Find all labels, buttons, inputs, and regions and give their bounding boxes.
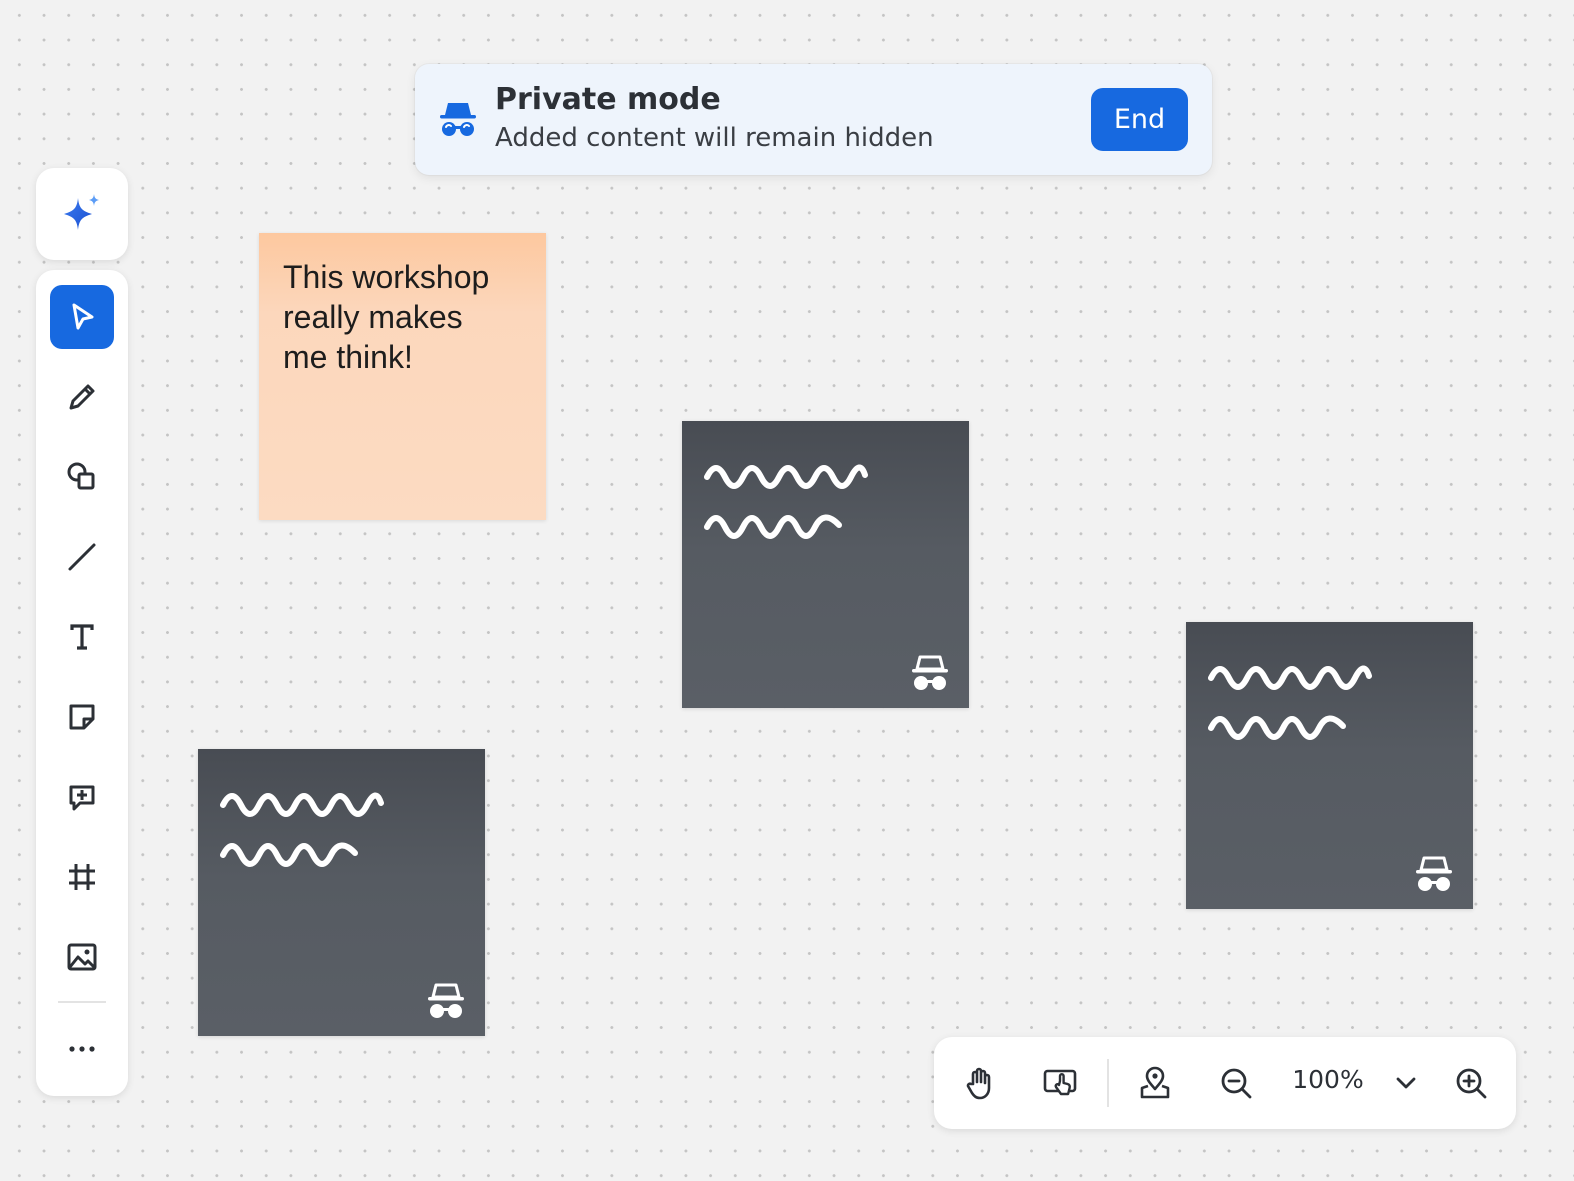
sticky-note-tool-button[interactable] — [50, 685, 114, 749]
frame-tool-button[interactable] — [50, 845, 114, 909]
sticky-note-hidden[interactable] — [1186, 622, 1473, 909]
hidden-content-squiggle — [704, 464, 868, 539]
zoom-in-button[interactable] — [1447, 1059, 1495, 1107]
more-tools-button[interactable] — [50, 1017, 114, 1081]
whiteboard-canvas[interactable]: Private mode Added content will remain h… — [0, 0, 1574, 1181]
text-icon — [70, 624, 94, 650]
sticky-note-text: This workshop really makes me think! — [283, 259, 490, 375]
text-tool-button[interactable] — [50, 605, 114, 669]
image-tool-button[interactable] — [50, 925, 114, 989]
hidden-content-squiggle — [220, 792, 384, 867]
present-cursor-button[interactable] — [1036, 1059, 1084, 1107]
more-icon — [69, 1046, 95, 1052]
zoom-out-button[interactable] — [1212, 1059, 1260, 1107]
frame-icon — [69, 864, 95, 890]
ai-assistant-button[interactable] — [36, 168, 128, 260]
map-pin-icon — [1140, 1066, 1170, 1099]
line-icon — [68, 543, 96, 571]
sparkle-ai-icon — [64, 194, 99, 230]
zoom-in-icon — [1456, 1068, 1487, 1099]
comment-tool-button[interactable] — [50, 765, 114, 829]
shapes-tool-button[interactable] — [50, 445, 114, 509]
chevron-down-icon — [1396, 1077, 1416, 1089]
sticky-note-visible[interactable]: This workshop really makes me think! — [259, 233, 546, 520]
private-mode-banner: Private mode Added content will remain h… — [415, 64, 1212, 175]
end-private-mode-button[interactable]: End — [1091, 88, 1188, 151]
tool-palette — [36, 270, 128, 1096]
navigation-bar: 100% — [934, 1037, 1516, 1129]
banner-title: Private mode — [495, 82, 721, 117]
incognito-icon — [440, 103, 476, 136]
add-comment-icon — [69, 785, 95, 811]
sticky-note-hidden[interactable] — [198, 749, 485, 1036]
shapes-icon — [67, 462, 95, 490]
cursor-pointer-icon — [72, 303, 94, 330]
zoom-menu-button[interactable] — [1382, 1059, 1430, 1107]
image-icon — [67, 943, 97, 971]
incognito-icon — [912, 655, 948, 690]
present-cursor-icon — [1043, 1069, 1077, 1096]
hand-icon — [966, 1067, 991, 1100]
sticky-note-icon — [69, 704, 95, 730]
line-tool-button[interactable] — [50, 525, 114, 589]
map-pin-button[interactable] — [1131, 1059, 1179, 1107]
pen-tool-button[interactable] — [50, 365, 114, 429]
select-tool-button[interactable] — [50, 285, 114, 349]
toolbar-divider — [58, 1001, 106, 1003]
incognito-icon — [428, 983, 464, 1018]
hidden-content-squiggle — [1208, 665, 1372, 740]
banner-subtitle: Added content will remain hidden — [495, 123, 934, 153]
incognito-icon — [1416, 856, 1452, 891]
zoom-out-icon — [1221, 1068, 1252, 1099]
pencil-icon — [69, 384, 95, 410]
sticky-note-hidden[interactable] — [682, 421, 969, 708]
navigation-divider — [1107, 1059, 1109, 1107]
zoom-level[interactable]: 100% — [1280, 1065, 1376, 1094]
hand-tool-button[interactable] — [956, 1059, 1004, 1107]
